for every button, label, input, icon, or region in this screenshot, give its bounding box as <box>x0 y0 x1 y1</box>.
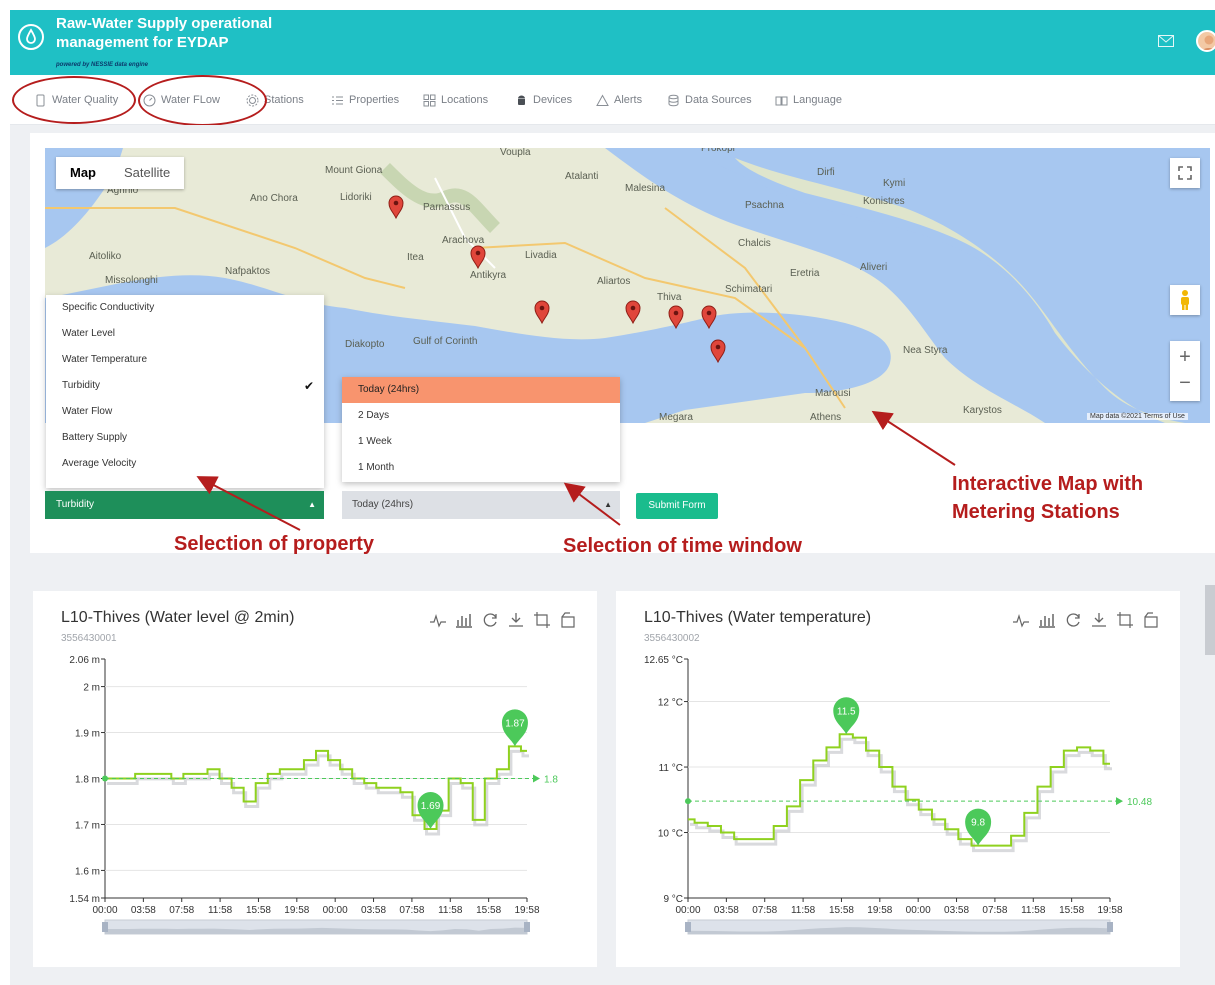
slider-handle-left[interactable] <box>102 922 108 932</box>
average-label: 10.48 <box>1127 797 1152 808</box>
x-tick-label: 00:00 <box>92 905 117 916</box>
x-tick-label: 00:00 <box>675 905 700 916</box>
max-label: 1.87 <box>505 718 525 729</box>
average-start-point <box>102 775 108 782</box>
x-tick-label: 03:58 <box>714 905 739 916</box>
x-tick-label: 07:58 <box>982 905 1007 916</box>
slider-handle-right[interactable] <box>524 922 530 932</box>
y-tick-label: 1.7 m <box>75 820 100 831</box>
x-tick-label: 07:58 <box>169 905 194 916</box>
average-start-point <box>685 798 691 805</box>
x-tick-label: 11:58 <box>791 905 816 916</box>
y-tick-label: 1.9 m <box>75 729 100 740</box>
y-tick-label: 12 °C <box>658 698 683 709</box>
page-scrollbar[interactable] <box>1205 585 1215 655</box>
x-tick-label: 19:58 <box>867 905 892 916</box>
y-tick-label: 1.54 m <box>69 894 100 905</box>
x-tick-label: 11:58 <box>438 905 463 916</box>
y-tick-label: 11 °C <box>659 763 683 774</box>
x-tick-label: 15:58 <box>246 905 271 916</box>
x-tick-label: 11:58 <box>1021 905 1046 916</box>
x-tick-label: 00:00 <box>906 905 931 916</box>
x-tick-label: 03:58 <box>131 905 156 916</box>
charts-canvas: 2.06 m2 m1.9 m1.8 m1.7 m1.6 m1.54 m00:00… <box>69 655 1152 935</box>
average-arrow <box>1116 797 1123 806</box>
x-tick-label: 19:58 <box>284 905 309 916</box>
x-tick-label: 03:58 <box>944 905 969 916</box>
y-tick-label: 1.6 m <box>75 866 100 877</box>
y-tick-label: 9 °C <box>663 894 683 905</box>
slider-handle-right[interactable] <box>1107 922 1113 932</box>
min-label: 1.69 <box>421 801 441 812</box>
max-label: 11.5 <box>837 706 856 717</box>
y-tick-label: 1.8 m <box>75 775 100 786</box>
slider-handle-left[interactable] <box>685 922 691 932</box>
x-tick-label: 07:58 <box>399 905 424 916</box>
y-tick-label: 10 °C <box>658 829 683 840</box>
series-shadow <box>690 737 1112 853</box>
average-arrow <box>533 774 540 783</box>
x-tick-label: 15:58 <box>829 905 854 916</box>
x-tick-label: 19:58 <box>1097 905 1122 916</box>
series-line[interactable] <box>688 733 1110 847</box>
x-tick-label: 07:58 <box>752 905 777 916</box>
max-marker[interactable]: 11.5 <box>833 697 860 735</box>
max-marker[interactable]: 1.87 <box>501 709 528 747</box>
y-tick-label: 2.06 m <box>69 655 100 666</box>
y-tick-label: 12.65 °C <box>644 655 683 666</box>
x-tick-label: 15:58 <box>476 905 501 916</box>
y-tick-label: 2 m <box>83 683 100 694</box>
x-tick-label: 11:58 <box>208 905 233 916</box>
x-tick-label: 19:58 <box>514 905 539 916</box>
average-label: 1.8 <box>544 775 558 786</box>
x-tick-label: 15:58 <box>1059 905 1084 916</box>
x-tick-label: 03:58 <box>361 905 386 916</box>
min-label: 9.8 <box>971 818 985 829</box>
series-shadow <box>107 749 529 836</box>
x-tick-label: 00:00 <box>323 905 348 916</box>
